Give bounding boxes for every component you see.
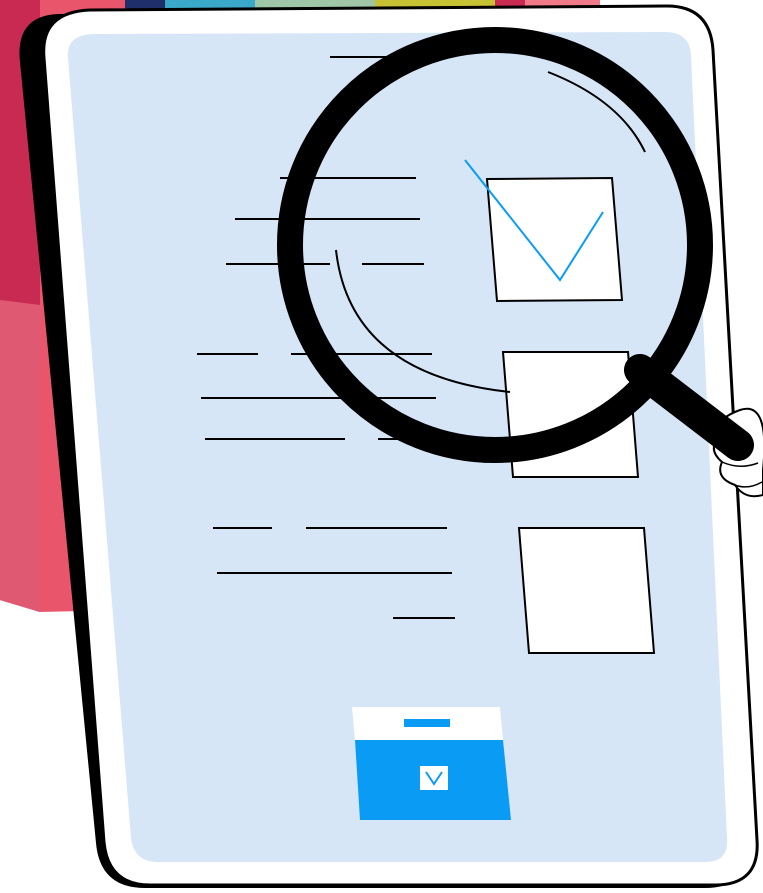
- checkbox-empty-icon: [517, 527, 656, 654]
- illustration-canvas: [0, 0, 763, 889]
- checkbox-checked-icon: [485, 176, 624, 303]
- folder-icon[interactable]: [352, 707, 511, 820]
- illustration-stage: [0, 0, 763, 893]
- checklist-item-3-checkbox[interactable]: [517, 527, 656, 654]
